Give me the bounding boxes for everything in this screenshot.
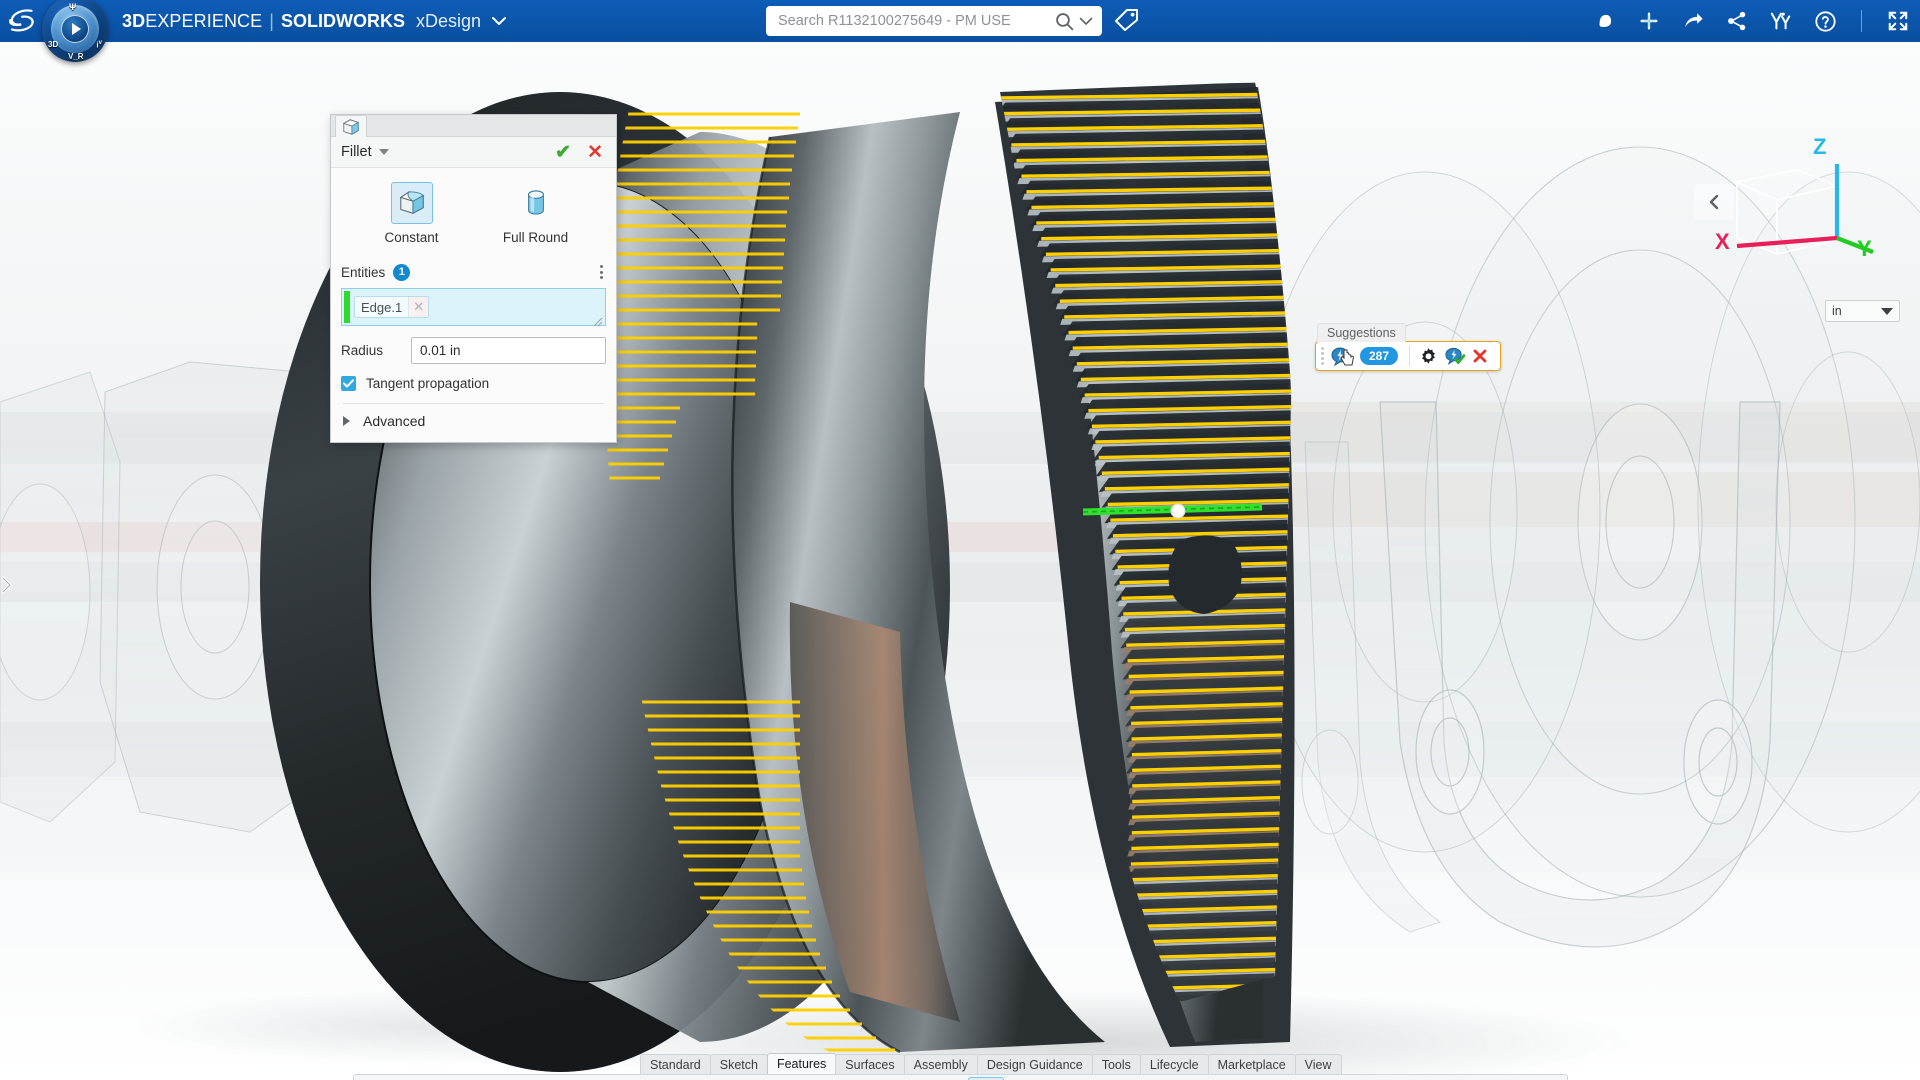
- fillet-mode-full-round[interactable]: Full Round: [483, 182, 589, 245]
- entities-row: Entities 1: [341, 261, 606, 283]
- suggestions-count-badge[interactable]: 287: [1360, 347, 1398, 365]
- divider: [1409, 346, 1410, 366]
- radius-input[interactable]: [411, 337, 606, 364]
- ribbon-tab-assembly[interactable]: Assembly: [904, 1054, 978, 1074]
- brand-divider: |: [269, 11, 274, 32]
- global-search[interactable]: [766, 6, 1102, 36]
- cancel-button[interactable]: ✕: [587, 143, 603, 162]
- 3d-model-render: [0, 42, 1920, 1080]
- dialog-tab-row: [331, 115, 616, 137]
- entities-selection-box[interactable]: Edge.1 ✕: [341, 288, 606, 326]
- search-input[interactable]: [778, 13, 1052, 29]
- entity-chip-remove-icon[interactable]: ✕: [408, 297, 428, 317]
- left-panel-expand-button[interactable]: [0, 570, 14, 600]
- brand-title[interactable]: 3DEXPERIENCE | SOLIDWORKS xDesign: [122, 11, 507, 32]
- chevron-down-icon[interactable]: [491, 13, 507, 31]
- settings-gear-icon[interactable]: [1415, 344, 1441, 368]
- entities-count-badge: 1: [393, 264, 410, 281]
- brand-app: xDesign: [416, 11, 481, 32]
- add-icon[interactable]: [1637, 9, 1661, 33]
- resize-handle[interactable]: [593, 314, 603, 324]
- fillet-dialog[interactable]: Fillet ✔ ✕: [330, 114, 617, 443]
- notifications-bell-icon[interactable]: [1593, 9, 1617, 33]
- constant-fillet-icon: [391, 182, 433, 224]
- ribbon-tab-design-guidance[interactable]: Design Guidance: [977, 1054, 1093, 1074]
- fillet-mode-group: Constant Full Round: [341, 178, 606, 251]
- entity-chip[interactable]: Edge.1 ✕: [354, 296, 429, 318]
- units-value: in: [1832, 304, 1842, 318]
- ribbon-tab-marketplace[interactable]: Marketplace: [1208, 1054, 1296, 1074]
- brand-suite: SOLIDWORKS: [281, 11, 405, 32]
- entities-more-menu-icon[interactable]: [597, 261, 606, 283]
- tag-icon[interactable]: [1114, 8, 1142, 34]
- advanced-label: Advanced: [363, 413, 425, 429]
- axis-label-z: Z: [1813, 134, 1826, 160]
- dialog-header: Fillet ✔ ✕: [331, 137, 616, 167]
- ribbon-toolbar[interactable]: [353, 1074, 1568, 1080]
- entities-label: Entities: [341, 265, 385, 280]
- axis-label-x: X: [1715, 229, 1730, 255]
- help-icon[interactable]: [1813, 9, 1837, 33]
- right-panel-collapse-button[interactable]: [1694, 184, 1734, 220]
- chevron-down-icon[interactable]: [379, 149, 389, 155]
- radius-label: Radius: [341, 343, 411, 358]
- advanced-section-toggle[interactable]: Advanced: [341, 404, 606, 432]
- application-window: Z X Y in Suggestions: [0, 0, 1920, 1080]
- ribbon-tab-view[interactable]: View: [1295, 1054, 1342, 1074]
- chevron-down-icon: [1881, 308, 1893, 315]
- divider: [1861, 10, 1862, 32]
- drag-handle-icon[interactable]: [1320, 347, 1328, 365]
- suggestions-title: Suggestions: [1317, 323, 1406, 342]
- fillet-mode-constant[interactable]: Constant: [359, 182, 465, 245]
- dismiss-suggestion-icon[interactable]: [1467, 344, 1493, 368]
- dassault-systemes-logo[interactable]: [0, 0, 46, 42]
- fillet-mode-full-round-label: Full Round: [483, 230, 589, 245]
- fullscreen-icon[interactable]: [1886, 9, 1910, 33]
- tangent-propagation-checkbox[interactable]: [341, 376, 356, 391]
- share-network-icon[interactable]: [1725, 9, 1749, 33]
- triangle-right-icon: [343, 416, 350, 426]
- top-right-icon-group: [1593, 0, 1910, 42]
- axis-triad[interactable]: Z X Y: [1705, 142, 1875, 302]
- confirm-button[interactable]: ✔: [555, 143, 571, 162]
- accept-suggestion-icon[interactable]: [1441, 344, 1467, 368]
- suggestions-toolbar[interactable]: 287: [1315, 341, 1501, 371]
- top-navigation-bar: Ψ 3D iv V_R 3DEXPERIENCE | SOLIDWORKS xD…: [0, 0, 1920, 42]
- toolbar-collapse-button[interactable]: [356, 1075, 384, 1080]
- radius-row: Radius: [341, 337, 606, 364]
- tangent-propagation-row[interactable]: Tangent propagation: [341, 376, 606, 391]
- ribbon-tab-tools[interactable]: Tools: [1092, 1054, 1141, 1074]
- units-dropdown[interactable]: in: [1825, 300, 1900, 322]
- full-round-fillet-icon: [515, 182, 557, 224]
- dialog-title: Fillet: [341, 144, 372, 160]
- brand-experience: 3DEXPERIENCE: [122, 11, 262, 32]
- selection-active-indicator: [344, 291, 350, 323]
- fillet-mode-constant-label: Constant: [359, 230, 465, 245]
- entity-chip-label: Edge.1: [355, 300, 408, 315]
- search-icon[interactable]: [1052, 12, 1076, 31]
- dialog-body: Constant Full Round: [331, 167, 616, 442]
- suggestions-widget[interactable]: Suggestions 287: [1315, 322, 1501, 371]
- ribbon-tab-standard[interactable]: Standard: [640, 1054, 711, 1074]
- ribbon-tabstrip[interactable]: StandardSketchFeaturesSurfacesAssemblyDe…: [640, 1053, 1341, 1074]
- tangent-propagation-label: Tangent propagation: [366, 376, 489, 391]
- ribbon-tab-surfaces[interactable]: Surfaces: [835, 1054, 904, 1074]
- share-forward-icon[interactable]: [1681, 9, 1705, 33]
- ribbon-tab-sketch[interactable]: Sketch: [710, 1054, 768, 1074]
- fillet-feature-icon[interactable]: [335, 115, 367, 137]
- ribbon-tab-lifecycle[interactable]: Lifecycle: [1140, 1054, 1209, 1074]
- ribbon-tab-features[interactable]: Features: [767, 1053, 836, 1074]
- 3d-viewport[interactable]: Z X Y in Suggestions: [0, 42, 1920, 1080]
- suggestion-bulb-icon[interactable]: [1328, 344, 1354, 368]
- search-dropdown-icon[interactable]: [1076, 17, 1096, 26]
- axis-label-y: Y: [1857, 236, 1872, 262]
- collaborate-3dswym-icon[interactable]: [1769, 9, 1793, 33]
